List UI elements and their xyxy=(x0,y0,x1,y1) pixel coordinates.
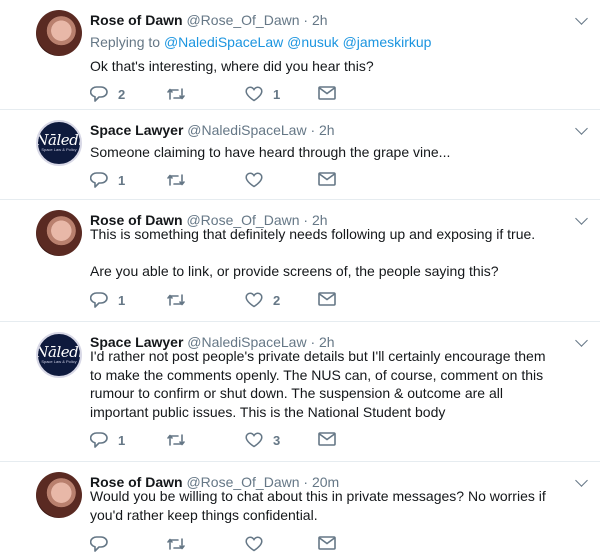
avatar-logo-subtext: Space Law & Policy xyxy=(41,359,77,364)
avatar-logo-text: Nāledi xyxy=(36,343,82,361)
reply-button[interactable]: 1 xyxy=(90,432,125,448)
tweet[interactable]: Nāledi Space Law & Policy Space Lawyer @… xyxy=(0,322,600,462)
tweet-actions: 1 xyxy=(90,172,350,192)
reply-count: 1 xyxy=(118,432,126,448)
tweet[interactable]: Rose of Dawn @Rose_Of_Dawn · 20m Would y… xyxy=(0,462,600,560)
tweet-paragraph: This is something that definitely needs … xyxy=(90,226,536,242)
tweet-actions: 1 3 xyxy=(90,432,350,452)
reply-button[interactable]: 1 xyxy=(90,172,125,188)
tweet-text: Would you be willing to chat about this … xyxy=(90,487,568,524)
like-count: 1 xyxy=(273,86,281,102)
tweet-text: I'd rather not post people's private det… xyxy=(90,347,552,421)
reply-icon xyxy=(90,432,108,448)
tweet-text: Someone claiming to have heard through t… xyxy=(90,143,560,162)
like-button[interactable]: 1 xyxy=(245,86,280,102)
retweet-button[interactable] xyxy=(166,536,196,552)
timestamp[interactable]: · 2h xyxy=(310,122,334,138)
reply-icon xyxy=(90,86,108,102)
chevron-down-icon[interactable] xyxy=(575,474,588,487)
tweet-actions: 2 1 xyxy=(90,86,350,106)
avatar[interactable] xyxy=(36,210,82,256)
reply-button[interactable]: 1 xyxy=(90,292,125,308)
tweet-paragraph: Are you able to link, or provide screens… xyxy=(90,262,499,279)
handle[interactable]: @Rose_Of_Dawn xyxy=(186,12,299,28)
chevron-down-icon[interactable] xyxy=(575,212,588,225)
envelope-icon xyxy=(318,172,336,186)
like-count: 3 xyxy=(273,432,281,448)
tweet[interactable]: Nāledi Space Law & Policy Space Lawyer @… xyxy=(0,110,600,200)
heart-icon xyxy=(245,86,263,102)
retweet-button[interactable] xyxy=(166,432,196,448)
chevron-down-icon[interactable] xyxy=(575,334,588,347)
like-button[interactable]: 3 xyxy=(245,432,280,448)
retweet-button[interactable] xyxy=(166,86,196,102)
reply-icon xyxy=(90,292,108,308)
tweet-text: Ok that's interesting, where did you hea… xyxy=(90,57,560,76)
display-name[interactable]: Space Lawyer xyxy=(90,122,183,138)
replying-to-label: Replying to xyxy=(90,34,161,50)
like-button[interactable] xyxy=(245,172,273,188)
tweet-header: Space Lawyer @NalediSpaceLaw · 2h xyxy=(90,122,335,138)
replying-to: Replying to @NalediSpaceLaw @nusuk @jame… xyxy=(90,34,431,50)
tweet-actions xyxy=(90,536,350,556)
chevron-down-icon[interactable] xyxy=(575,122,588,135)
timestamp[interactable]: · 2h xyxy=(303,12,327,28)
replying-to-mentions[interactable]: @NalediSpaceLaw @nusuk @jameskirkup xyxy=(164,34,432,50)
chevron-down-icon[interactable] xyxy=(575,12,588,25)
retweet-button[interactable] xyxy=(166,172,196,188)
retweet-icon xyxy=(167,174,185,186)
heart-icon xyxy=(245,536,263,552)
avatar-logo-subtext: Space Law & Policy xyxy=(41,147,77,152)
heart-icon xyxy=(245,292,263,308)
direct-message-button[interactable] xyxy=(318,86,336,100)
retweet-icon xyxy=(167,434,185,446)
display-name[interactable]: Rose of Dawn xyxy=(90,12,183,28)
like-button[interactable] xyxy=(245,536,273,552)
retweet-button[interactable] xyxy=(166,292,196,308)
avatar-logo-text: Nāledi xyxy=(36,131,82,149)
like-button[interactable]: 2 xyxy=(245,292,280,308)
tweet-paragraph: I'd rather not post people's private det… xyxy=(90,348,546,420)
tweet-paragraph: Someone claiming to have heard through t… xyxy=(90,144,451,160)
envelope-icon xyxy=(318,292,336,306)
heart-icon xyxy=(245,432,263,448)
avatar[interactable] xyxy=(36,472,82,518)
envelope-icon xyxy=(318,432,336,446)
avatar[interactable] xyxy=(36,10,82,56)
tweet[interactable]: Rose of Dawn @Rose_Of_Dawn · 2h This is … xyxy=(0,200,600,322)
avatar[interactable]: Nāledi Space Law & Policy xyxy=(36,120,82,166)
reply-button[interactable]: 2 xyxy=(90,86,125,102)
tweet-actions: 1 2 xyxy=(90,292,350,312)
reply-count: 1 xyxy=(118,292,126,308)
direct-message-button[interactable] xyxy=(318,292,336,306)
heart-icon xyxy=(245,172,263,188)
tweet-header: Rose of Dawn @Rose_Of_Dawn · 2h xyxy=(90,12,328,28)
tweet-paragraph: Ok that's interesting, where did you hea… xyxy=(90,58,374,74)
direct-message-button[interactable] xyxy=(318,172,336,186)
reply-icon xyxy=(90,172,108,188)
envelope-icon xyxy=(318,536,336,550)
reply-count: 1 xyxy=(118,172,126,188)
reply-icon xyxy=(90,536,108,552)
envelope-icon xyxy=(318,86,336,100)
avatar[interactable]: Nāledi Space Law & Policy xyxy=(36,332,82,378)
like-count: 2 xyxy=(273,292,281,308)
direct-message-button[interactable] xyxy=(318,536,336,550)
tweet[interactable]: Rose of Dawn @Rose_Of_Dawn · 2h Replying… xyxy=(0,0,600,110)
handle[interactable]: @NalediSpaceLaw xyxy=(187,122,306,138)
retweet-icon xyxy=(167,88,185,100)
direct-message-button[interactable] xyxy=(318,432,336,446)
tweet-paragraph: Would you be willing to chat about this … xyxy=(90,488,546,523)
tweet-text: This is something that definitely needs … xyxy=(90,225,560,280)
reply-count: 2 xyxy=(118,86,126,102)
retweet-icon xyxy=(167,538,185,550)
reply-button[interactable] xyxy=(90,536,118,552)
retweet-icon xyxy=(167,294,185,306)
